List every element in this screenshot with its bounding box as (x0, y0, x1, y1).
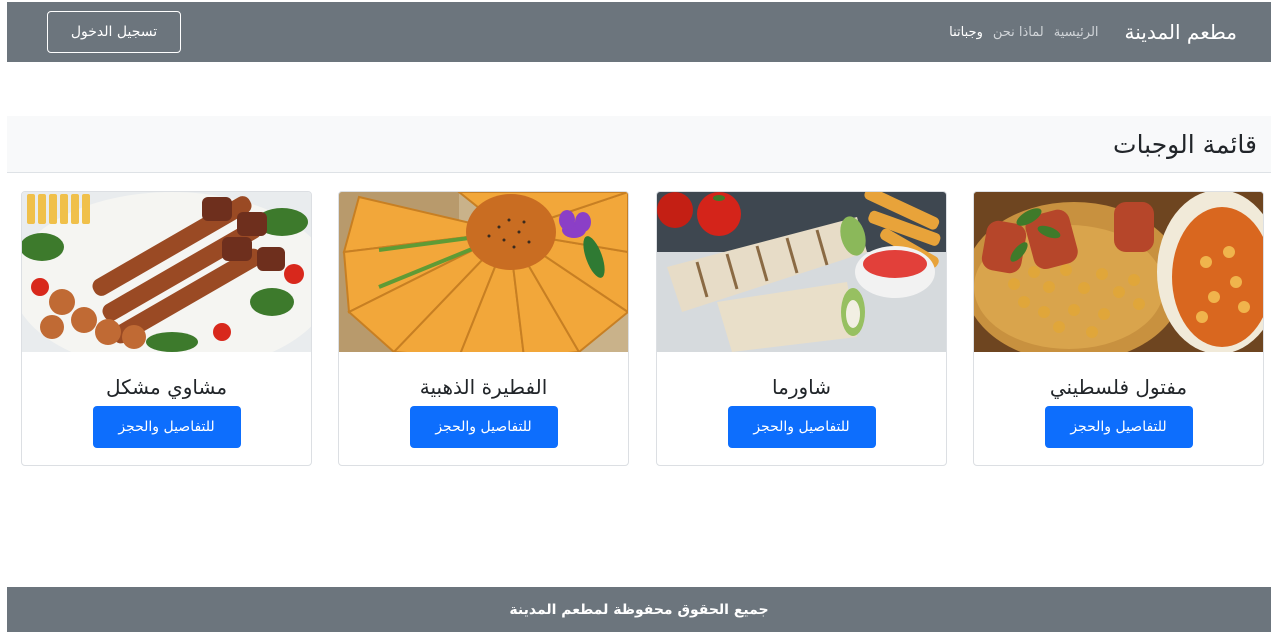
meal-image-maftoul (974, 192, 1263, 352)
section-header: قائمة الوجبات (7, 116, 1271, 173)
card-body: مشاوي مشكل للتفاصيل والحجز (22, 352, 311, 448)
meal-cards: مفتول فلسطيني للتفاصيل والحجز شاورما للت… (0, 191, 1271, 466)
meal-title: مشاوي مشكل (105, 375, 228, 399)
details-booking-button[interactable]: للتفاصيل والحجز (409, 406, 558, 448)
details-booking-button[interactable]: للتفاصيل والحجز (92, 406, 241, 448)
meal-card-golden-pie: الفطيرة الذهبية للتفاصيل والحجز (338, 191, 629, 466)
section-title: قائمة الوجبات (1113, 129, 1257, 159)
meal-title: الفطيرة الذهبية (419, 375, 548, 399)
meal-image-mixed-grill (22, 192, 311, 352)
brand-name[interactable]: مطعم المدينة (1125, 20, 1237, 44)
meal-title: شاورما (772, 375, 831, 399)
card-body: شاورما للتفاصيل والحجز (657, 352, 946, 448)
details-booking-button[interactable]: للتفاصيل والحجز (1044, 406, 1193, 448)
meal-card-mixed-grill: مشاوي مشكل للتفاصيل والحجز (21, 191, 312, 466)
meal-image-golden-pie (339, 192, 628, 352)
card-body: الفطيرة الذهبية للتفاصيل والحجز (339, 352, 628, 448)
meal-card-shawarma: شاورما للتفاصيل والحجز (656, 191, 947, 466)
footer-copyright: جميع الحقوق محفوظة لمطعم المدينة (509, 601, 769, 618)
nav-link-why-us[interactable]: لماذا نحن (993, 25, 1044, 40)
nav-link-meals[interactable]: وجباتنا (949, 25, 983, 40)
navbar-right: مطعم المدينة الرئيسية لماذا نحن وجباتنا (949, 20, 1237, 44)
meal-image-shawarma (657, 192, 946, 352)
details-booking-button[interactable]: للتفاصيل والحجز (727, 406, 876, 448)
footer: جميع الحقوق محفوظة لمطعم المدينة (7, 587, 1271, 632)
meal-card-maftoul: مفتول فلسطيني للتفاصيل والحجز (973, 191, 1264, 466)
navbar: مطعم المدينة الرئيسية لماذا نحن وجباتنا … (7, 2, 1271, 62)
card-body: مفتول فلسطيني للتفاصيل والحجز (974, 352, 1263, 448)
login-button[interactable]: تسجيل الدخول (47, 11, 181, 53)
meal-title: مفتول فلسطيني (1049, 375, 1188, 399)
nav-link-home[interactable]: الرئيسية (1054, 25, 1099, 40)
nav-links: الرئيسية لماذا نحن وجباتنا (949, 25, 1098, 40)
